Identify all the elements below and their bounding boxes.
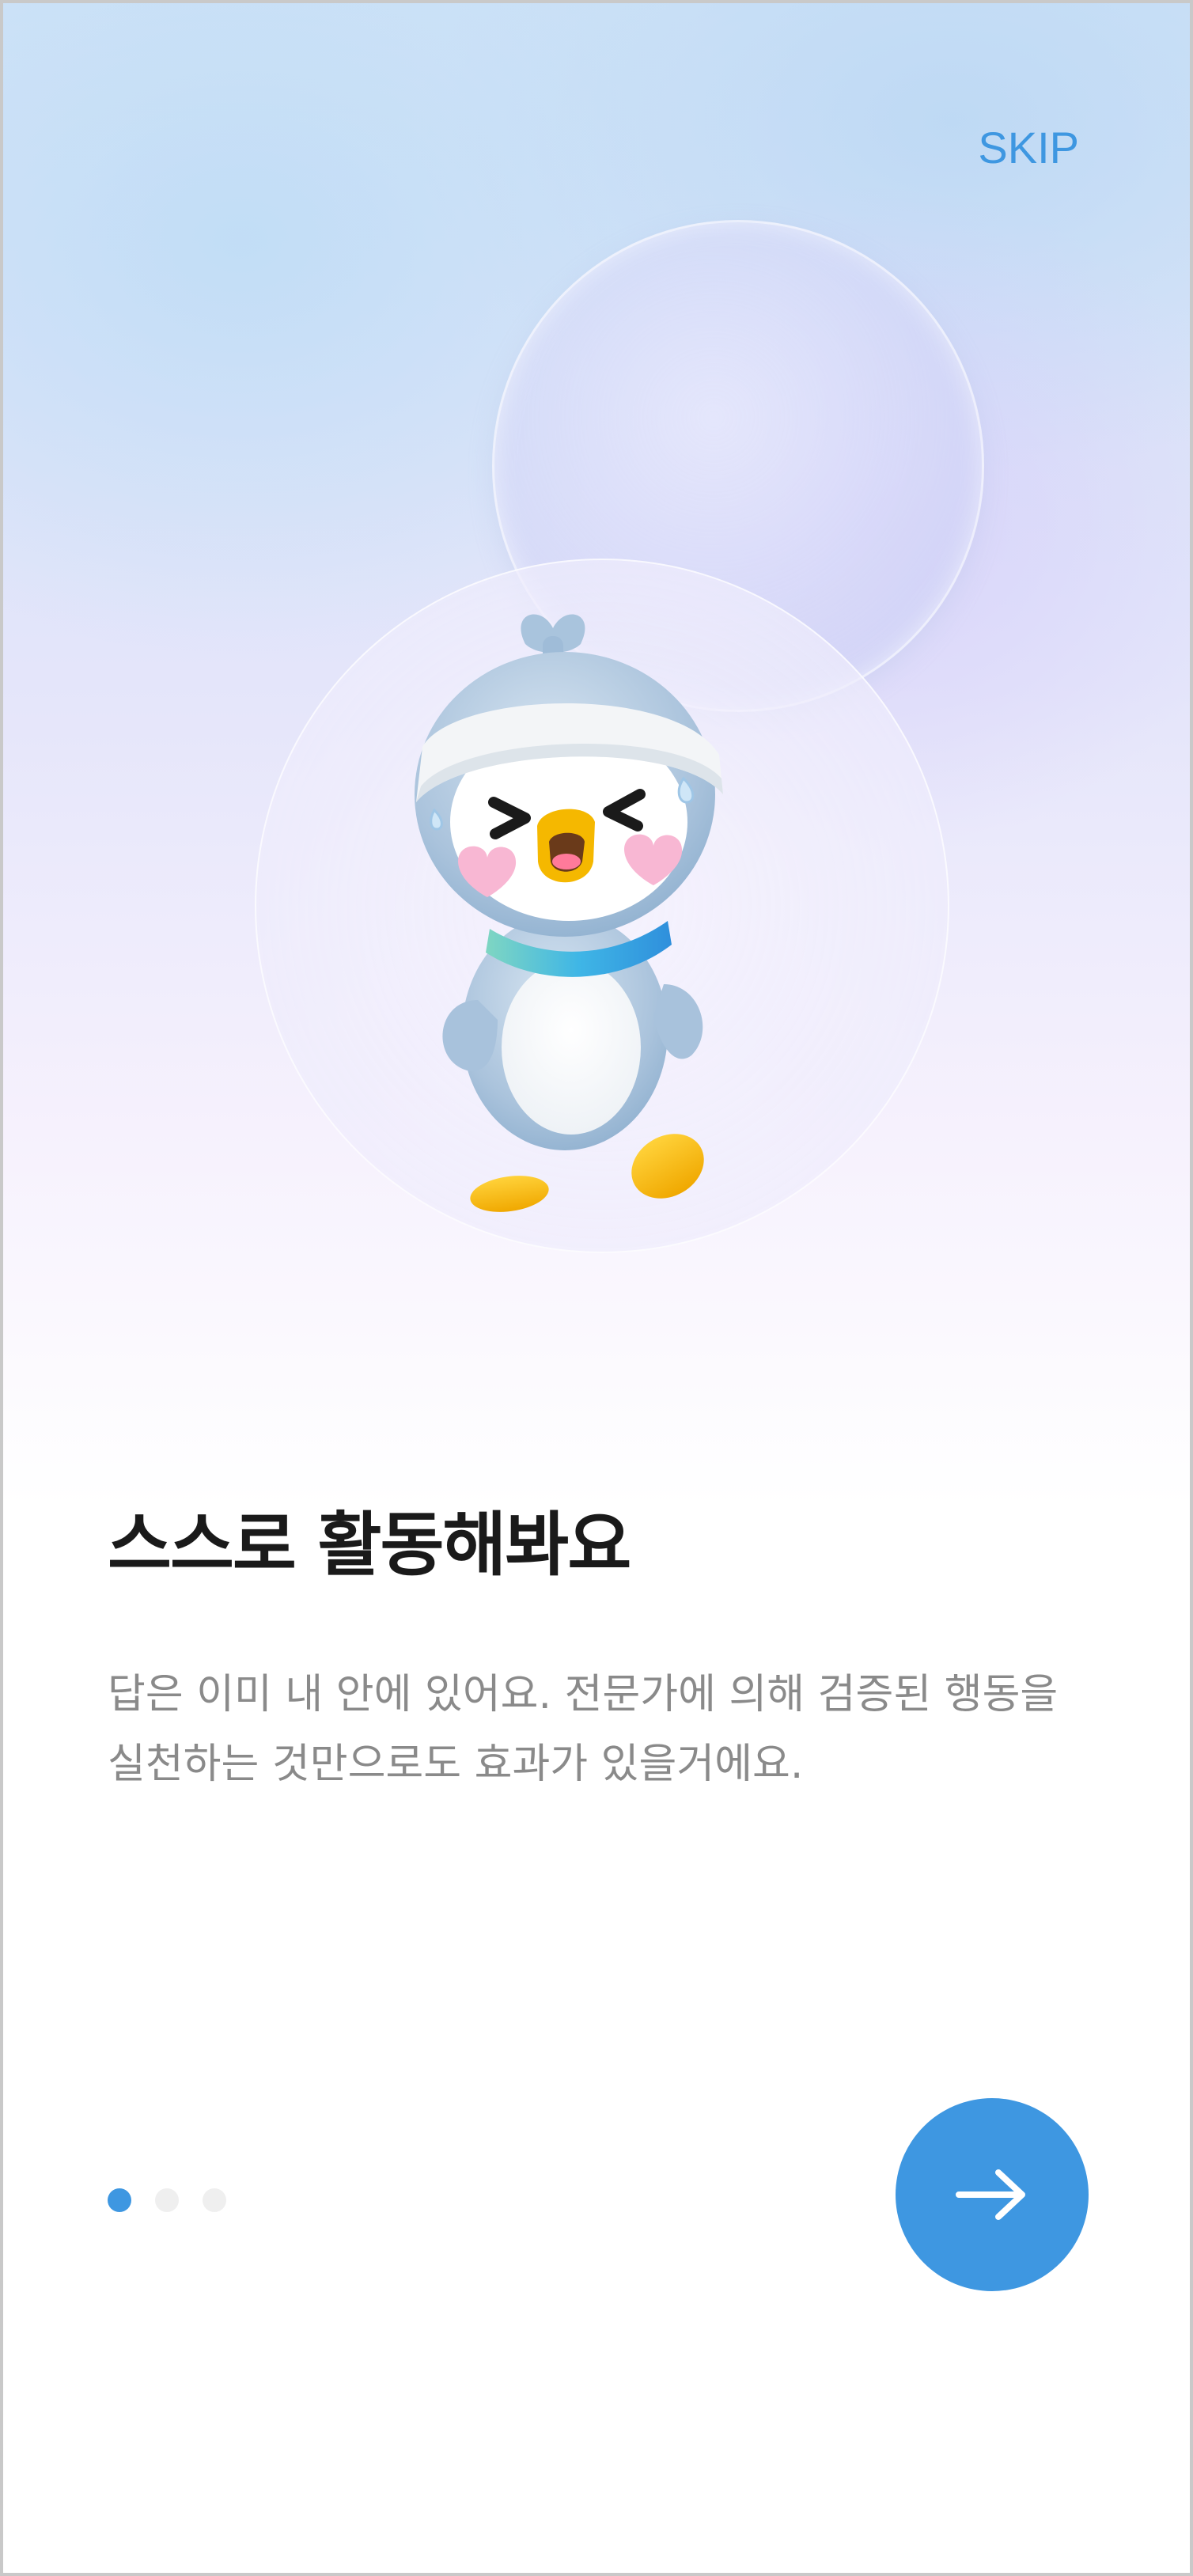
page-dot	[155, 2188, 179, 2212]
onboarding-title: 스스로 활동해봐요	[108, 1504, 631, 1585]
page-indicator	[108, 2188, 226, 2212]
penguin-mascot-illustration	[415, 614, 723, 1212]
skip-button[interactable]: SKIP	[978, 122, 1079, 173]
onboarding-screen: SKIP 스스로 활동해봐요 답은 이미 내 안에 있어요. 전문가에 의해 검…	[0, 0, 1193, 2576]
arrow-right-icon	[956, 2169, 1025, 2220]
page-dot	[203, 2188, 226, 2212]
onboarding-description: 답은 이미 내 안에 있어요. 전문가에 의해 검증된 행동을 실천하는 것만으…	[108, 1671, 1059, 1788]
page-dot-active	[108, 2188, 131, 2212]
next-button[interactable]	[896, 2098, 1089, 2291]
